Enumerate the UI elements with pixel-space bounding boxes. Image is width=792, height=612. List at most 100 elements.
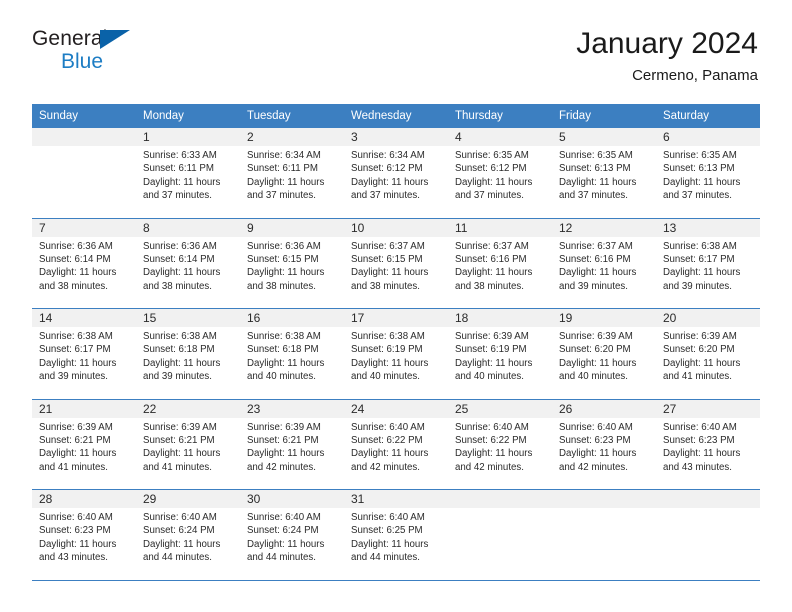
day-cell-23[interactable]: Sunrise: 6:39 AM Sunset: 6:21 PM Daylight:… [240, 417, 344, 490]
day-number-13[interactable]: 13 [656, 218, 760, 237]
day-number-15[interactable]: 15 [136, 309, 240, 327]
day-cell-25[interactable]: Sunrise: 6:40 AM Sunset: 6:22 PM Daylight:… [448, 417, 552, 490]
day-number-3[interactable]: 3 [344, 128, 448, 146]
day-detail-row: Sunrise: 6:39 AM Sunset: 6:21 PM Daylight:… [32, 417, 760, 490]
day-detail-line: Daylight: 11 hours [143, 448, 221, 460]
day-number-22[interactable]: 22 [136, 399, 240, 418]
day-detail-line: Sunset: 6:22 PM [455, 434, 527, 446]
day-detail-line: Sunrise: 6:40 AM [247, 512, 321, 523]
day-detail-line: Sunset: 6:22 PM [351, 434, 423, 446]
day-cell-29[interactable]: Sunrise: 6:40 AM Sunset: 6:24 PM Daylight:… [136, 508, 240, 581]
day-number-1[interactable]: 1 [136, 128, 240, 146]
day-detail-line: Sunset: 6:24 PM [143, 525, 215, 537]
day-detail-line: Sunset: 6:25 PM [351, 525, 423, 537]
day-number-27[interactable]: 27 [656, 399, 760, 418]
day-cell-8[interactable]: Sunrise: 6:36 AM Sunset: 6:14 PM Daylight:… [136, 236, 240, 309]
day-detail-line: Sunset: 6:17 PM [39, 344, 111, 356]
day-detail-line: Sunset: 6:13 PM [663, 163, 735, 175]
day-detail-line: Daylight: 11 hours [663, 267, 741, 279]
day-cell-27[interactable]: Sunrise: 6:40 AM Sunset: 6:23 PM Daylight:… [656, 417, 760, 490]
day-detail-line: Sunrise: 6:36 AM [247, 240, 321, 252]
day-detail-line: Sunrise: 6:39 AM [663, 331, 737, 342]
day-cell-13[interactable]: Sunrise: 6:38 AM Sunset: 6:17 PM Daylight:… [656, 236, 760, 309]
day-detail-row: Sunrise: 6:38 AM Sunset: 6:17 PM Daylight:… [32, 327, 760, 399]
day-detail-line: Sunset: 6:12 PM [455, 163, 527, 175]
day-number-26[interactable]: 26 [552, 399, 656, 418]
day-number-29[interactable]: 29 [136, 490, 240, 508]
day-number-30[interactable]: 30 [240, 490, 344, 508]
day-detail-line: and 43 minutes. [39, 552, 108, 564]
day-number-2[interactable]: 2 [240, 128, 344, 146]
day-number-31[interactable]: 31 [344, 490, 448, 508]
day-detail-line: Sunset: 6:18 PM [143, 344, 215, 356]
day-number-5[interactable]: 5 [552, 128, 656, 146]
day-cell-30[interactable]: Sunrise: 6:40 AM Sunset: 6:24 PM Daylight:… [240, 508, 344, 581]
day-detail-line: Sunset: 6:20 PM [559, 344, 631, 356]
day-number-16[interactable]: 16 [240, 309, 344, 327]
day-cell-31[interactable]: Sunrise: 6:40 AM Sunset: 6:25 PM Daylight:… [344, 508, 448, 581]
day-number-18[interactable]: 18 [448, 309, 552, 327]
day-number-21[interactable]: 21 [32, 399, 136, 418]
day-cell-9[interactable]: Sunrise: 6:36 AM Sunset: 6:15 PM Daylight:… [240, 236, 344, 309]
day-cell-28[interactable]: Sunrise: 6:40 AM Sunset: 6:23 PM Daylight:… [32, 508, 136, 581]
day-cell-14[interactable]: Sunrise: 6:38 AM Sunset: 6:17 PM Daylight:… [32, 327, 136, 399]
day-detail-line: and 41 minutes. [39, 461, 108, 473]
day-cell-18[interactable]: Sunrise: 6:39 AM Sunset: 6:19 PM Daylight:… [448, 327, 552, 399]
day-cell-21[interactable]: Sunrise: 6:39 AM Sunset: 6:21 PM Daylight:… [32, 417, 136, 490]
day-cell-20[interactable]: Sunrise: 6:39 AM Sunset: 6:20 PM Daylight:… [656, 327, 760, 399]
day-number-23[interactable]: 23 [240, 399, 344, 418]
day-cell-26[interactable]: Sunrise: 6:40 AM Sunset: 6:23 PM Daylight:… [552, 417, 656, 490]
day-detail-line: Sunrise: 6:40 AM [455, 421, 529, 433]
day-number-empty [656, 490, 760, 508]
day-cell-3[interactable]: Sunrise: 6:34 AM Sunset: 6:12 PM Daylight:… [344, 146, 448, 218]
day-cell-15[interactable]: Sunrise: 6:38 AM Sunset: 6:18 PM Daylight:… [136, 327, 240, 399]
day-detail-line: Daylight: 11 hours [143, 538, 221, 550]
day-detail-line: Daylight: 11 hours [351, 448, 429, 460]
day-cell-5[interactable]: Sunrise: 6:35 AM Sunset: 6:13 PM Daylight:… [552, 146, 656, 218]
day-number-7[interactable]: 7 [32, 218, 136, 237]
day-number-9[interactable]: 9 [240, 218, 344, 237]
weekday-header-monday: Monday [136, 104, 240, 128]
day-number-20[interactable]: 20 [656, 309, 760, 327]
day-number-8[interactable]: 8 [136, 218, 240, 237]
day-detail-line: Daylight: 11 hours [663, 448, 741, 460]
day-detail-line: and 44 minutes. [351, 552, 420, 564]
day-detail-line: Sunrise: 6:37 AM [559, 240, 633, 252]
day-detail-line: Daylight: 11 hours [351, 267, 429, 279]
day-detail-line: Sunrise: 6:36 AM [143, 240, 217, 252]
day-cell-2[interactable]: Sunrise: 6:34 AM Sunset: 6:11 PM Daylight:… [240, 146, 344, 218]
day-detail-row: Sunrise: 6:33 AM Sunset: 6:11 PM Daylight:… [32, 146, 760, 218]
day-detail-line: and 37 minutes. [351, 190, 420, 202]
day-cell-17[interactable]: Sunrise: 6:38 AM Sunset: 6:19 PM Daylight:… [344, 327, 448, 399]
day-cell-1[interactable]: Sunrise: 6:33 AM Sunset: 6:11 PM Daylight:… [136, 146, 240, 218]
day-cell-6[interactable]: Sunrise: 6:35 AM Sunset: 6:13 PM Daylight:… [656, 146, 760, 218]
day-number-25[interactable]: 25 [448, 399, 552, 418]
day-number-24[interactable]: 24 [344, 399, 448, 418]
day-cell-12[interactable]: Sunrise: 6:37 AM Sunset: 6:16 PM Daylight:… [552, 236, 656, 309]
day-number-4[interactable]: 4 [448, 128, 552, 146]
day-detail-line: Daylight: 11 hours [143, 267, 221, 279]
day-detail-line: and 38 minutes. [351, 280, 420, 292]
day-cell-7[interactable]: Sunrise: 6:36 AM Sunset: 6:14 PM Daylight:… [32, 236, 136, 309]
day-number-14[interactable]: 14 [32, 309, 136, 327]
day-number-11[interactable]: 11 [448, 218, 552, 237]
day-cell-4[interactable]: Sunrise: 6:35 AM Sunset: 6:12 PM Daylight:… [448, 146, 552, 218]
general-blue-logo[interactable]: General Blue [32, 28, 152, 80]
day-cell-empty [448, 508, 552, 581]
day-number-28[interactable]: 28 [32, 490, 136, 508]
day-number-17[interactable]: 17 [344, 309, 448, 327]
weekday-header-sunday: Sunday [32, 104, 136, 128]
day-cell-10[interactable]: Sunrise: 6:37 AM Sunset: 6:15 PM Daylight:… [344, 236, 448, 309]
day-number-10[interactable]: 10 [344, 218, 448, 237]
day-detail-line: and 40 minutes. [351, 371, 420, 383]
day-cell-11[interactable]: Sunrise: 6:37 AM Sunset: 6:16 PM Daylight:… [448, 236, 552, 309]
day-cell-22[interactable]: Sunrise: 6:39 AM Sunset: 6:21 PM Daylight:… [136, 417, 240, 490]
day-cell-24[interactable]: Sunrise: 6:40 AM Sunset: 6:22 PM Daylight:… [344, 417, 448, 490]
day-detail-line: Sunset: 6:21 PM [39, 434, 111, 446]
day-cell-16[interactable]: Sunrise: 6:38 AM Sunset: 6:18 PM Daylight:… [240, 327, 344, 399]
day-number-6[interactable]: 6 [656, 128, 760, 146]
day-number-19[interactable]: 19 [552, 309, 656, 327]
day-cell-19[interactable]: Sunrise: 6:39 AM Sunset: 6:20 PM Daylight:… [552, 327, 656, 399]
day-detail-line: Daylight: 11 hours [143, 357, 221, 369]
day-number-12[interactable]: 12 [552, 218, 656, 237]
